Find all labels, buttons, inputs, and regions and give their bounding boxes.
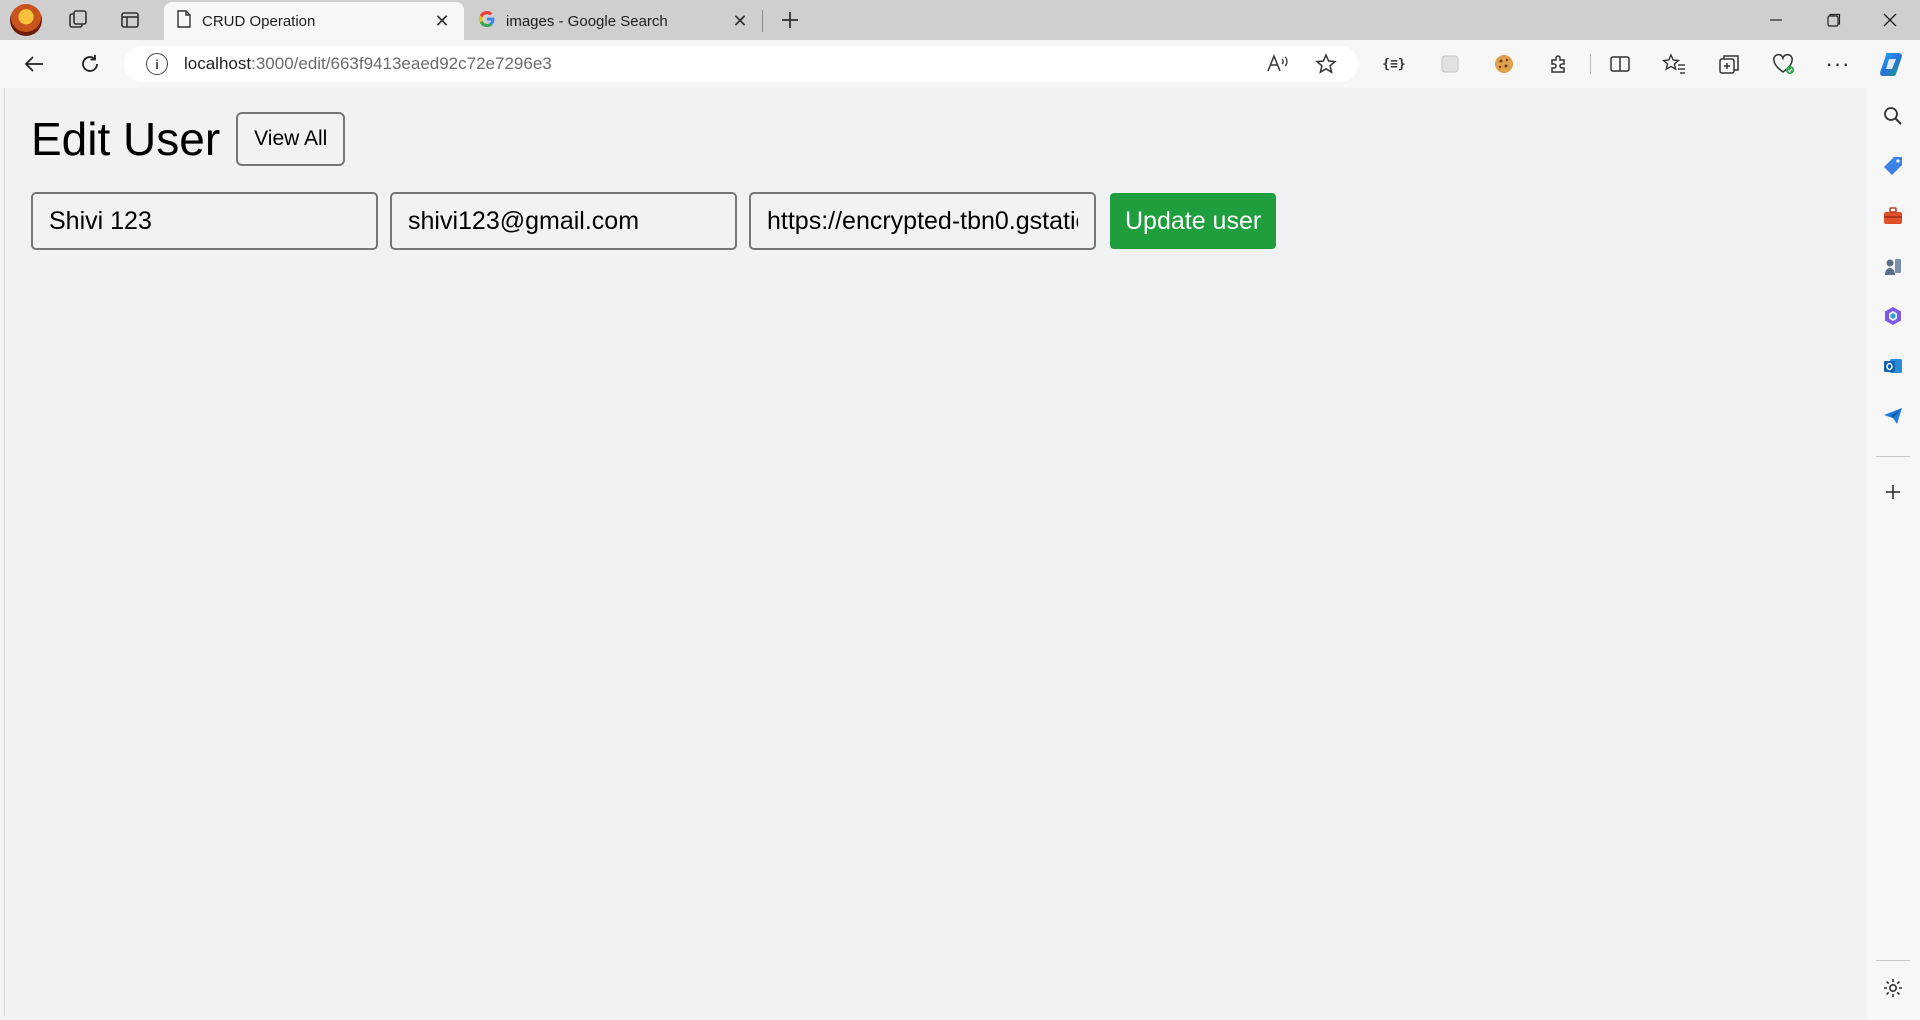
close-tab-icon[interactable]: ✕ bbox=[730, 11, 750, 32]
page-content: Edit User View All Update user bbox=[4, 88, 1866, 1016]
json-extension-icon[interactable]: {≡} bbox=[1376, 48, 1412, 80]
minimize-icon[interactable] bbox=[1748, 0, 1804, 40]
edit-user-form: Update user bbox=[31, 192, 1277, 250]
tab-title: CRUD Operation bbox=[202, 12, 316, 30]
tools-briefcase-icon[interactable] bbox=[1879, 202, 1907, 230]
add-sidebar-app-icon[interactable] bbox=[1879, 478, 1907, 506]
view-all-button[interactable]: View All bbox=[236, 112, 346, 166]
image-url-input[interactable] bbox=[749, 192, 1096, 250]
email-input[interactable] bbox=[390, 192, 737, 250]
extension-gray-icon[interactable] bbox=[1432, 48, 1468, 80]
sidebar-settings-gear-icon[interactable] bbox=[1879, 974, 1907, 1002]
update-user-button[interactable]: Update user bbox=[1110, 193, 1277, 249]
tab-crud-operation[interactable]: CRUD Operation ✕ bbox=[164, 2, 464, 40]
games-icon[interactable] bbox=[1879, 252, 1907, 280]
close-tab-icon[interactable]: ✕ bbox=[432, 11, 452, 32]
favorite-star-icon[interactable] bbox=[1308, 48, 1344, 80]
shopping-tag-icon[interactable] bbox=[1879, 152, 1907, 180]
cookie-icon[interactable] bbox=[1486, 48, 1522, 80]
send-drop-icon[interactable] bbox=[1879, 402, 1907, 430]
name-input[interactable] bbox=[31, 192, 378, 250]
page-icon bbox=[176, 10, 192, 32]
restore-icon[interactable] bbox=[1806, 0, 1862, 40]
workspaces-icon[interactable] bbox=[62, 6, 94, 34]
edge-sidebar bbox=[1866, 88, 1920, 1020]
refresh-icon[interactable] bbox=[72, 48, 108, 80]
read-aloud-icon[interactable] bbox=[1260, 48, 1296, 80]
sidebar-divider bbox=[1876, 960, 1910, 961]
tab-title: images - Google Search bbox=[506, 12, 668, 30]
browser-toolbar: i localhost:3000/edit/663f9413eaed92c72e… bbox=[0, 40, 1920, 88]
favorites-icon[interactable] bbox=[1656, 48, 1692, 80]
google-icon bbox=[478, 10, 496, 32]
search-icon[interactable] bbox=[1879, 102, 1907, 130]
site-info-icon[interactable]: i bbox=[146, 53, 168, 75]
profile-avatar[interactable] bbox=[10, 4, 42, 36]
back-icon[interactable] bbox=[16, 48, 52, 80]
close-window-icon[interactable] bbox=[1862, 0, 1918, 40]
tab-google-search[interactable]: images - Google Search ✕ bbox=[466, 2, 762, 40]
copilot-icon[interactable] bbox=[1874, 48, 1910, 80]
extensions-puzzle-icon[interactable] bbox=[1540, 48, 1576, 80]
sidebar-divider bbox=[1876, 456, 1910, 457]
tab-strip: CRUD Operation ✕ images - Google Search … bbox=[0, 0, 1920, 40]
address-bar[interactable]: i localhost:3000/edit/663f9413eaed92c72e… bbox=[124, 46, 1358, 82]
heading-row: Edit User View All bbox=[31, 112, 346, 166]
outlook-icon[interactable] bbox=[1879, 352, 1907, 380]
split-screen-icon[interactable] bbox=[1602, 48, 1638, 80]
toolbar-divider bbox=[1590, 54, 1591, 74]
new-tab-icon[interactable] bbox=[774, 6, 806, 34]
vertical-tabs-icon[interactable] bbox=[114, 6, 146, 34]
more-menu-icon[interactable]: ··· bbox=[1820, 48, 1856, 80]
page-title: Edit User bbox=[31, 113, 221, 165]
tab-divider bbox=[762, 10, 763, 32]
microsoft-365-icon[interactable] bbox=[1879, 302, 1907, 330]
browser-essentials-icon[interactable] bbox=[1766, 48, 1802, 80]
collections-icon[interactable] bbox=[1711, 48, 1747, 80]
url-text[interactable]: localhost:3000/edit/663f9413eaed92c72e72… bbox=[184, 54, 552, 74]
